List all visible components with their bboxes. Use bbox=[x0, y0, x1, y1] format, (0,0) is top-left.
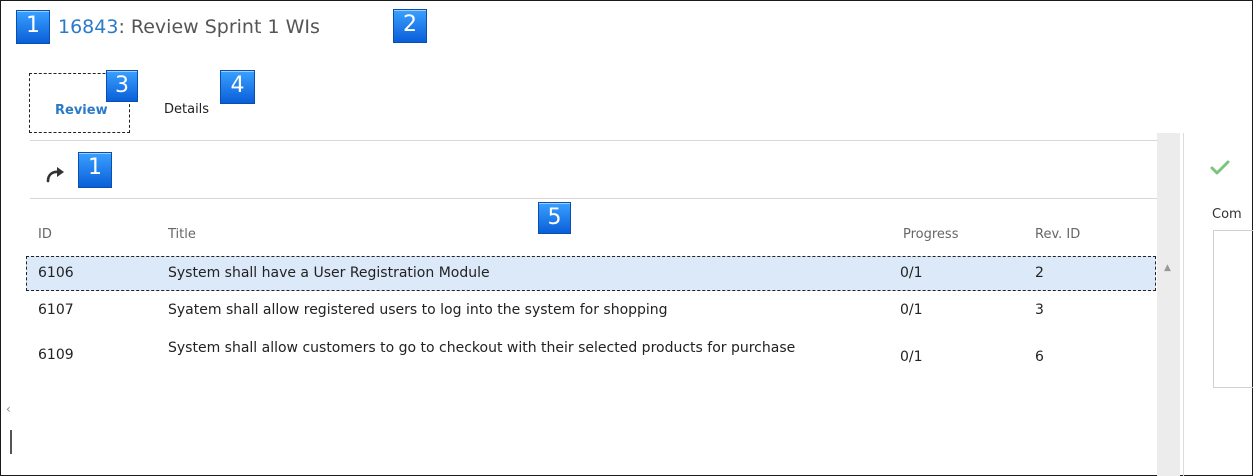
annotation-marker: 1 bbox=[16, 10, 50, 44]
comment-input[interactable] bbox=[1213, 230, 1253, 388]
cell-title: System shall have a User Registration Mo… bbox=[168, 265, 490, 281]
redo-icon[interactable] bbox=[44, 165, 68, 185]
annotation-marker: 2 bbox=[393, 9, 427, 43]
cell-rev-id: 3 bbox=[1035, 302, 1044, 318]
column-header-title[interactable]: Title bbox=[168, 227, 196, 242]
column-header-id[interactable]: ID bbox=[38, 227, 52, 242]
tab-review-label: Review bbox=[55, 103, 108, 118]
page-title: 16843: Review Sprint 1 WIs bbox=[58, 16, 320, 38]
annotation-marker: 4 bbox=[220, 70, 255, 104]
scroll-up-icon[interactable]: ▲ bbox=[1164, 263, 1171, 273]
cell-title: System shall allow customers to go to ch… bbox=[168, 340, 796, 356]
column-header-rev-id[interactable]: Rev. ID bbox=[1035, 227, 1080, 242]
table-scrollbar[interactable]: ▲ bbox=[1157, 133, 1180, 476]
cell-id: 6107 bbox=[38, 302, 74, 318]
check-icon[interactable] bbox=[1210, 160, 1230, 176]
table-row[interactable]: 6106 System shall have a User Registrati… bbox=[26, 256, 1156, 291]
cell-progress: 0/1 bbox=[900, 349, 923, 365]
cell-progress: 0/1 bbox=[900, 265, 923, 281]
work-item-id[interactable]: 16843 bbox=[58, 16, 118, 38]
toolbar-divider bbox=[30, 198, 1157, 199]
cell-progress: 0/1 bbox=[900, 302, 923, 318]
tab-divider bbox=[30, 140, 1157, 141]
cell-id: 6106 bbox=[38, 265, 74, 281]
cell-rev-id: 6 bbox=[1035, 349, 1044, 365]
work-item-title: : Review Sprint 1 WIs bbox=[118, 16, 320, 38]
splitter-handle[interactable] bbox=[10, 430, 12, 454]
tab-details[interactable]: Details bbox=[164, 102, 209, 117]
comment-label: Com bbox=[1212, 207, 1242, 222]
column-header-progress[interactable]: Progress bbox=[903, 227, 958, 242]
table-row[interactable]: 6107 Syatem shall allow registered users… bbox=[26, 291, 1156, 327]
chevron-left-icon[interactable]: ‹ bbox=[6, 402, 11, 416]
annotation-marker: 1 bbox=[78, 152, 112, 188]
annotation-marker: 3 bbox=[106, 70, 138, 102]
cell-id: 6109 bbox=[38, 347, 74, 363]
table-row[interactable]: 6109 System shall allow customers to go … bbox=[26, 328, 1156, 388]
annotation-marker: 5 bbox=[538, 202, 571, 234]
cell-rev-id: 2 bbox=[1035, 265, 1044, 281]
cell-title: Syatem shall allow registered users to l… bbox=[168, 302, 668, 318]
